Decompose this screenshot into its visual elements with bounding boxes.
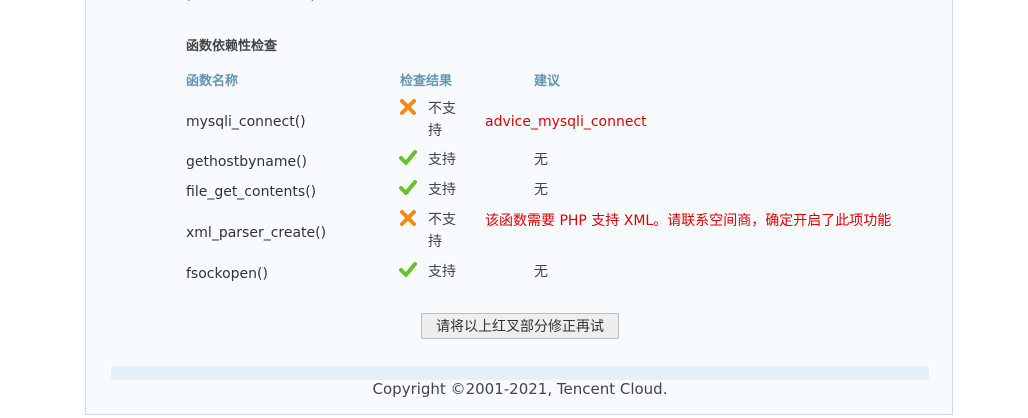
- install-panel: ( ) 函数依赖性检查 函数名称 检查结果 建议 mysqli_connect(…: [85, 0, 953, 415]
- advice-text: 无: [534, 182, 548, 198]
- function-name: gethostbyname(): [186, 154, 308, 170]
- retry-button[interactable]: 请将以上红叉部分修正再试: [421, 313, 619, 339]
- status-text: 支持: [428, 264, 456, 280]
- column-header-advice: 建议: [534, 74, 561, 89]
- cross-icon: [400, 99, 416, 115]
- check-icon: [399, 262, 417, 277]
- status-text: 不支持: [428, 212, 456, 250]
- column-header-name: 函数名称: [186, 74, 239, 89]
- function-name: fsockopen(): [186, 266, 268, 282]
- advice-text: advice_mysqli_connect: [485, 114, 647, 130]
- section-title: 函数依赖性检查: [186, 39, 278, 54]
- check-icon: [399, 180, 417, 195]
- advice-text: 无: [534, 152, 548, 168]
- column-header-result: 检查结果: [400, 74, 453, 89]
- function-name: mysqli_connect(): [186, 114, 306, 130]
- copyright-text: Copyright ©2001-2021, Tencent Cloud.: [372, 380, 668, 398]
- footer-divider: [111, 366, 929, 380]
- function-name: file_get_contents(): [186, 184, 317, 200]
- advice-text: 该函数需要 PHP 支持 XML。请联系空间商，确定开启了此项功能: [485, 213, 892, 229]
- check-icon: [399, 150, 417, 165]
- status-text: 不支持: [428, 101, 456, 139]
- cross-icon: [400, 210, 416, 226]
- status-text: 支持: [428, 152, 456, 168]
- truncated-previous-text: ( ): [186, 0, 336, 1]
- status-text: 支持: [428, 182, 456, 198]
- advice-text: 无: [534, 264, 548, 280]
- function-name: xml_parser_create(): [186, 225, 327, 241]
